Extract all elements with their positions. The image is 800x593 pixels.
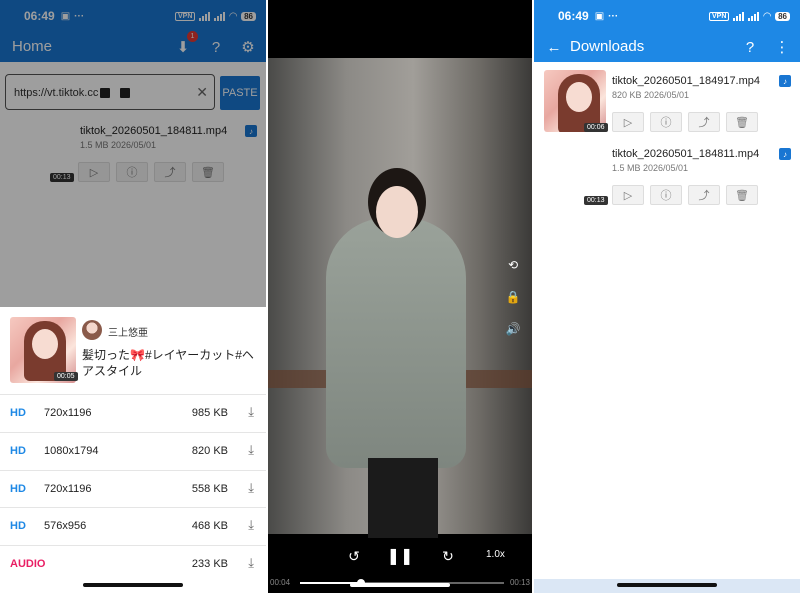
vpn-icon: VPN: [708, 11, 730, 21]
format-bottom-sheet: 00:05 三上悠亜 髪切った🎀#レイヤーカット#ヘアスタイル HD 720x1…: [0, 307, 266, 593]
download-icon[interactable]: ⤓: [248, 517, 254, 533]
format-row[interactable]: HD 576x956 468 KB ⤓: [0, 507, 266, 545]
download-item-name[interactable]: tiktok_20260501_184811.mp4: [612, 148, 759, 160]
format-row[interactable]: HD 720x1196 985 KB ⤓: [0, 394, 266, 432]
format-size: 468 KB: [191, 520, 228, 532]
format-row-audio[interactable]: AUDIO 233 KB ⤓: [0, 545, 266, 583]
download-icon[interactable]: ⤓: [248, 442, 254, 458]
delete-button[interactable]: 🗑: [726, 185, 758, 205]
play-button[interactable]: ▷: [612, 185, 644, 205]
format-quality: HD: [10, 445, 26, 457]
play-button[interactable]: ▷: [612, 112, 644, 132]
share-button[interactable]: ⤴: [688, 112, 720, 132]
rotate-icon[interactable]: ⟲: [504, 256, 522, 274]
tiktok-icon: ♪: [779, 148, 791, 160]
sheet-duration-badge: 00:05: [54, 372, 78, 381]
status-app-icon: ▣: [594, 10, 605, 22]
tiktok-icon: ♪: [779, 75, 791, 87]
help-icon[interactable]: ?: [740, 37, 760, 57]
avatar: [82, 320, 102, 340]
signal-2-icon: [748, 11, 760, 21]
wifi-icon: ◠: [763, 10, 772, 22]
format-quality: HD: [10, 483, 26, 495]
download-item-meta: 1.5 MB 2026/05/01: [612, 163, 689, 173]
status-time: 06:49: [558, 9, 589, 23]
format-size: 558 KB: [191, 483, 228, 495]
format-size: 820 KB: [191, 445, 228, 457]
download-icon[interactable]: ⤓: [248, 555, 254, 571]
page-title: Downloads: [570, 38, 645, 55]
battery-icon: 86: [775, 11, 790, 21]
download-item-name[interactable]: tiktok_20260501_184917.mp4: [612, 75, 760, 87]
dim-overlay[interactable]: [0, 0, 266, 307]
rewind-icon[interactable]: ↺: [342, 546, 366, 566]
format-resolution: 1080x1794: [44, 445, 99, 457]
pause-icon[interactable]: ❚❚: [387, 546, 414, 566]
author-name: 三上悠亜: [108, 328, 148, 339]
forward-icon[interactable]: ↻: [436, 546, 460, 566]
video-caption: 髪切った🎀#レイヤーカット#ヘアスタイル: [82, 348, 254, 378]
back-arrow-icon[interactable]: ←: [544, 37, 564, 57]
lock-icon[interactable]: 🔒: [504, 288, 522, 306]
download-icon[interactable]: ⤓: [248, 480, 254, 496]
info-button[interactable]: ⓘ: [650, 185, 682, 205]
signal-icon: [733, 11, 745, 21]
format-size: 985 KB: [191, 407, 228, 419]
format-resolution: 576x956: [44, 520, 87, 532]
format-resolution: 720x1196: [44, 407, 92, 419]
home-indicator: [350, 583, 450, 587]
format-quality: HD: [10, 407, 26, 419]
download-item-meta: 820 KB 2026/05/01: [612, 90, 690, 100]
format-row[interactable]: HD 720x1196 558 KB ⤓: [0, 470, 266, 508]
more-vert-icon[interactable]: ⋮: [772, 37, 792, 57]
home-indicator: [617, 583, 717, 587]
time-total: 00:13: [509, 578, 530, 587]
status-more: ···: [608, 10, 619, 22]
download-icon[interactable]: ⤓: [248, 404, 254, 420]
format-resolution: 720x1196: [44, 483, 92, 495]
format-quality: HD: [10, 520, 26, 532]
video-frame[interactable]: [268, 58, 532, 538]
time-current: 00:04: [270, 578, 291, 587]
volume-icon[interactable]: 🔊: [504, 320, 522, 338]
format-size: 233 KB: [191, 558, 228, 570]
format-row[interactable]: HD 1080x1794 820 KB ⤓: [0, 432, 266, 470]
delete-button[interactable]: 🗑: [726, 112, 758, 132]
status-bar: 06:49 ▣ ··· VPN ◠ 86: [534, 0, 800, 32]
duration-badge: 00:13: [584, 196, 608, 205]
home-indicator: [83, 583, 183, 587]
duration-badge: 00:06: [584, 123, 608, 132]
format-quality: AUDIO: [10, 558, 46, 570]
share-button[interactable]: ⤴: [688, 185, 720, 205]
info-button[interactable]: ⓘ: [650, 112, 682, 132]
video-player-screen: ⟲ 🔒 🔊 ↺ ❚❚ ↻ 1.0x 00:04 00:13: [268, 0, 532, 593]
playback-speed[interactable]: 1.0x: [486, 549, 505, 560]
home-screen: Home ⬇ 1 ? ⚙ 06:49 ▣ ··· VPN ◠ 86 https:/…: [0, 0, 266, 593]
downloads-screen: ← Downloads ? ⋮ 06:49 ▣ ··· VPN ◠ 86 00:…: [534, 0, 800, 593]
